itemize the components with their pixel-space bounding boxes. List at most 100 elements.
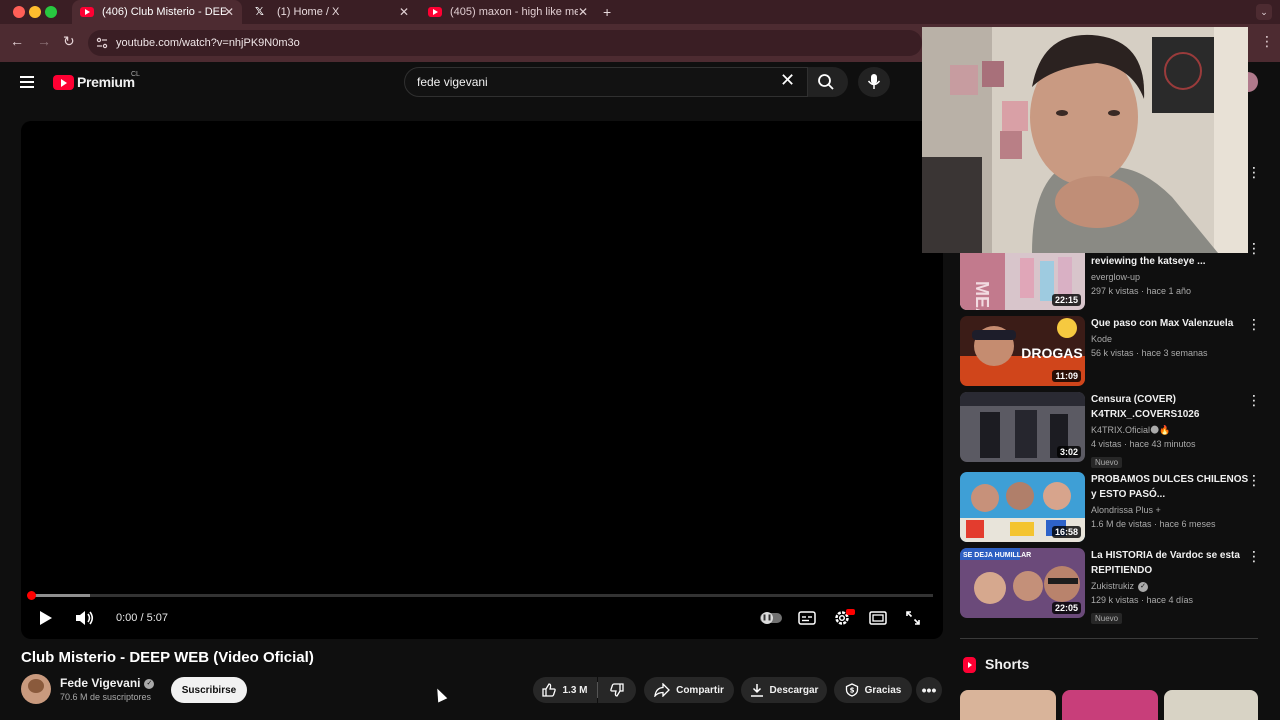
more-options-icon[interactable]: ⋮ — [1247, 472, 1261, 489]
more-options-icon[interactable]: ⋮ — [1247, 548, 1261, 565]
video-duration: 16:58 — [1051, 526, 1081, 538]
close-tab-icon[interactable]: ✕ — [224, 5, 234, 19]
channel-name[interactable]: everglow-up — [1091, 270, 1251, 284]
browser-tab-1[interactable]: (406) Club Misterio - DEEP W ✕ — [72, 0, 242, 24]
related-video-item[interactable]: MEAN 22:15 reviewing the katseye ... eve… — [960, 241, 1260, 311]
address-bar[interactable]: youtube.com/watch?v=nhjPK9N0m3o — [88, 30, 922, 56]
progress-scrubber[interactable] — [27, 591, 36, 600]
channel-name-row[interactable]: Zukistrukiz ✓ — [1091, 579, 1251, 593]
channel-name[interactable]: Kode — [1091, 332, 1251, 346]
video-title[interactable]: La HISTORIA de Vardoc se esta REPITIENDO — [1091, 548, 1251, 578]
channel-name[interactable]: Alondrissa Plus + — [1091, 503, 1251, 517]
browser-tab-3[interactable]: (405) maxon - high like me (C ✕ — [420, 0, 596, 24]
window-minimize-button[interactable] — [29, 6, 41, 18]
short-thumbnail[interactable] — [960, 690, 1056, 720]
video-player[interactable] — [21, 121, 943, 639]
video-thumbnail[interactable]: MEAN 22:15 — [960, 253, 1085, 310]
reload-icon[interactable]: ↻ — [63, 33, 75, 50]
share-button[interactable]: Compartir — [644, 677, 734, 703]
related-video-item[interactable]: 3:02 Censura (COVER) K4TRIX_.COVERS1026 … — [960, 392, 1261, 468]
menu-icon[interactable] — [20, 76, 34, 91]
progress-bar[interactable] — [30, 594, 933, 597]
youtube-icon — [428, 7, 442, 17]
new-tab-icon[interactable]: + — [603, 4, 611, 20]
search-icon — [818, 74, 834, 90]
autoplay-toggle[interactable]: ❚❚ — [760, 612, 782, 624]
url-text: youtube.com/watch?v=nhjPK9N0m3o — [116, 37, 300, 49]
channel-avatar-small[interactable] — [1248, 72, 1258, 92]
site-info-icon[interactable] — [96, 37, 108, 49]
thanks-button[interactable]: $ Gracias — [834, 677, 912, 703]
video-thumbnail[interactable]: DROGAS 11:09 — [960, 316, 1085, 386]
download-label: Descargar — [769, 684, 819, 696]
subtitles-icon[interactable] — [798, 611, 816, 625]
youtube-logo-icon — [53, 74, 74, 90]
autoplay-knob: ❚❚ — [761, 612, 773, 624]
related-video-item[interactable]: DROGAS 11:09 Que paso con Max Valenzuela… — [960, 316, 1261, 386]
video-title[interactable]: PROBAMOS DULCES CHILENOS y ESTO PASÓ... — [1091, 472, 1251, 502]
thanks-label: Gracias — [864, 684, 902, 696]
voice-search-button[interactable] — [858, 67, 890, 97]
download-button[interactable]: Descargar — [741, 677, 827, 703]
short-thumbnail[interactable] — [1062, 690, 1158, 720]
video-stats: 1.6 M de vistas · hace 6 meses — [1091, 519, 1216, 529]
more-actions-button[interactable]: ••• — [916, 677, 942, 703]
progress-buffered — [30, 594, 90, 597]
related-video-item[interactable]: SE DEJA HUMILLAR 22:05 La HISTORIA de Va… — [960, 548, 1261, 624]
video-stats: 129 k vistas · hace 4 días — [1091, 595, 1194, 605]
tab-label: (406) Club Misterio - DEEP W — [102, 6, 226, 18]
webcam-overlay — [922, 27, 1248, 253]
video-thumbnail[interactable]: 3:02 — [960, 392, 1085, 462]
related-video-item[interactable]: 16:58 PROBAMOS DULCES CHILENOS y ESTO PA… — [960, 472, 1261, 542]
youtube-premium-logo[interactable]: Premium CL — [53, 71, 140, 90]
thumbs-down-icon — [610, 683, 624, 697]
tab-label: (1) Home / X — [277, 6, 340, 18]
channel-name[interactable]: Fede Vigevani — [60, 676, 140, 690]
logo-text: Premium — [77, 74, 135, 90]
volume-icon[interactable] — [75, 610, 95, 626]
video-meta: Que paso con Max Valenzuela Kode 56 k vi… — [1091, 316, 1251, 361]
like-button[interactable]: 1.3 M — [533, 677, 597, 703]
channel-name-row[interactable]: Fede Vigevani ✓ — [60, 676, 155, 690]
forward-icon[interactable]: → — [37, 33, 51, 49]
search-button[interactable] — [808, 67, 848, 97]
close-tab-icon[interactable]: ✕ — [578, 5, 588, 19]
theater-mode-icon[interactable] — [869, 611, 887, 625]
video-thumbnail[interactable]: SE DEJA HUMILLAR 22:05 — [960, 548, 1085, 618]
search-value: fede vigevani — [417, 75, 488, 89]
channel-name[interactable]: Zukistrukiz — [1091, 581, 1134, 591]
window-close-button[interactable] — [13, 6, 25, 18]
more-options-icon[interactable]: ⋮ — [1247, 164, 1261, 181]
search-input[interactable]: fede vigevani — [404, 67, 808, 97]
country-code: CL — [131, 71, 140, 78]
clear-search-icon[interactable]: ✕ — [780, 70, 795, 91]
svg-text:MEAN: MEAN — [972, 281, 992, 310]
video-title[interactable]: Que paso con Max Valenzuela — [1091, 316, 1251, 331]
short-thumbnail[interactable] — [1164, 690, 1258, 720]
channel-name[interactable]: K4TRIX.Oficial🌑🔥 — [1091, 423, 1251, 437]
share-icon — [654, 683, 671, 697]
browser-tab-2[interactable]: 𝕏 (1) Home / X ✕ — [247, 0, 417, 24]
video-meta: PROBAMOS DULCES CHILENOS y ESTO PASÓ... … — [1091, 472, 1251, 532]
webcam-image — [922, 27, 1248, 253]
dislike-button[interactable] — [598, 677, 636, 703]
video-duration: 11:09 — [1052, 370, 1081, 382]
close-tab-icon[interactable]: ✕ — [399, 5, 409, 19]
channel-avatar[interactable] — [21, 674, 51, 704]
sidebar-divider — [960, 638, 1258, 639]
subscribe-button[interactable]: Suscribirse — [171, 677, 247, 703]
more-horizontal-icon: ••• — [921, 682, 937, 698]
fullscreen-icon[interactable] — [905, 610, 921, 626]
tab-search-icon[interactable]: ⌄ — [1256, 4, 1272, 20]
new-badge: Nuevo — [1091, 613, 1123, 624]
play-icon[interactable] — [39, 610, 53, 626]
video-thumbnail[interactable]: 16:58 — [960, 472, 1085, 542]
video-title[interactable]: Censura (COVER) K4TRIX_.COVERS1026 — [1091, 392, 1251, 422]
more-options-icon[interactable]: ⋮ — [1247, 392, 1261, 409]
back-icon[interactable]: ← — [10, 33, 24, 49]
video-title[interactable]: reviewing the katseye ... — [1091, 254, 1251, 269]
tab-label: (405) maxon - high like me (C — [450, 6, 578, 18]
window-maximize-button[interactable] — [45, 6, 57, 18]
browser-menu-icon[interactable]: ⋮ — [1260, 33, 1274, 50]
more-options-icon[interactable]: ⋮ — [1247, 316, 1261, 333]
